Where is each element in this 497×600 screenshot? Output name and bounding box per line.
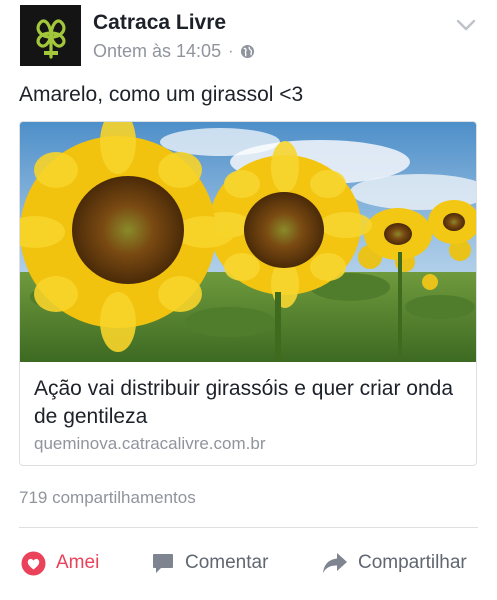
action-bar: Amei Comentar Compartilhar bbox=[0, 545, 497, 581]
post-timestamp[interactable]: Ontem às 14:05 bbox=[93, 41, 221, 62]
love-reaction-icon bbox=[21, 551, 46, 575]
share-count[interactable]: 719 compartilhamentos bbox=[19, 488, 196, 508]
love-reaction-button[interactable]: Amei bbox=[21, 545, 99, 581]
share-label: Compartilhar bbox=[358, 552, 467, 573]
actions-divider bbox=[19, 527, 478, 528]
chevron-down-icon[interactable] bbox=[456, 18, 476, 32]
post-caption: Amarelo, como um girassol <3 bbox=[19, 83, 304, 106]
share-arrow-icon bbox=[323, 553, 347, 573]
facebook-post: Catraca Livre Ontem às 14:05 · Amarelo, … bbox=[0, 0, 497, 600]
catraca-logo-icon bbox=[35, 18, 66, 59]
share-button[interactable]: Compartilhar bbox=[322, 545, 467, 581]
comment-button[interactable]: Comentar bbox=[151, 545, 268, 581]
meta-separator: · bbox=[228, 42, 234, 60]
link-card[interactable]: Ação vai distribuir girassóis e quer cri… bbox=[19, 121, 477, 466]
comment-label: Comentar bbox=[185, 552, 269, 573]
post-meta: Ontem às 14:05 · bbox=[93, 41, 255, 62]
globe-icon bbox=[241, 44, 255, 59]
link-title[interactable]: Ação vai distribuir girassóis e quer cri… bbox=[34, 375, 454, 431]
link-domain: queminova.catracalivre.com.br bbox=[34, 434, 266, 453]
love-label: Amei bbox=[56, 552, 100, 573]
sunflower-photo bbox=[20, 122, 476, 362]
comment-icon bbox=[153, 554, 173, 573]
page-name[interactable]: Catraca Livre bbox=[93, 11, 226, 35]
page-avatar[interactable] bbox=[20, 5, 81, 66]
